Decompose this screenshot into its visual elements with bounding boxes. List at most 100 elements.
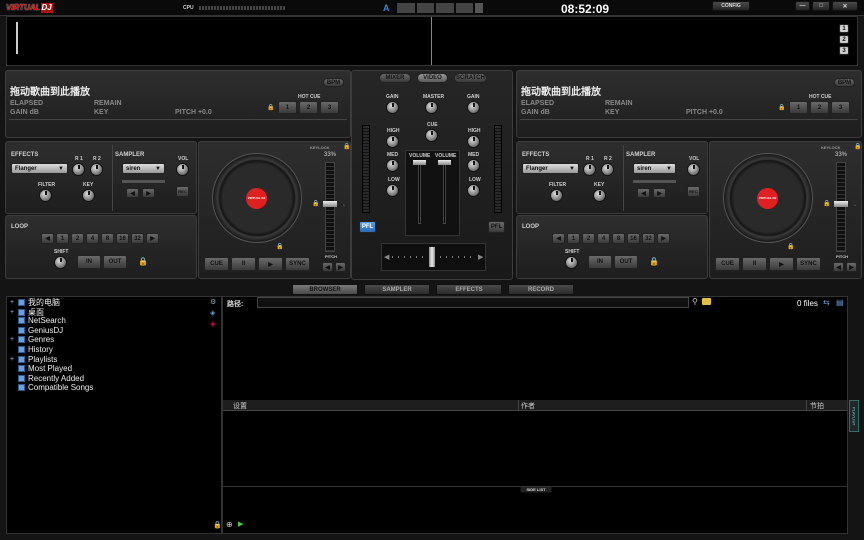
deck-0-platter-bottom-lock-icon[interactable]: 🔒: [276, 243, 283, 250]
deck-0-loop-16[interactable]: 16: [116, 233, 129, 244]
tab-mixer[interactable]: MIXER: [379, 73, 411, 83]
gain-knob-left[interactable]: [386, 101, 399, 114]
deck-0-shift-knob[interactable]: [54, 256, 67, 269]
tree-item[interactable]: Recently Added: [10, 374, 84, 383]
search-input[interactable]: [257, 297, 689, 308]
deck-0-r1-knob[interactable]: [72, 163, 85, 176]
col-bpm[interactable]: 节拍: [810, 401, 824, 411]
deck-0-hotcue-1[interactable]: 1: [278, 101, 297, 114]
expand-icon[interactable]: +: [10, 336, 15, 343]
deck-1-r1-knob[interactable]: [583, 163, 596, 176]
deck-1-hotcue-3[interactable]: 3: [831, 101, 850, 114]
deck-1-cue-button[interactable]: CUE: [715, 257, 740, 271]
low-knob-right[interactable]: [467, 184, 480, 197]
deck-1-sample-select[interactable]: siren ▼: [633, 163, 676, 174]
deck-1-pitch-reset-icon[interactable]: ▫: [854, 203, 856, 209]
deck-1-pitch-up[interactable]: ▶: [846, 262, 857, 272]
settings-view-icon[interactable]: ▤: [836, 298, 844, 307]
deck-1-pitch-down[interactable]: ◀: [833, 262, 844, 272]
filter-folder-icon[interactable]: ◈: [210, 320, 216, 328]
deck-1-pause-button[interactable]: II: [742, 257, 767, 271]
deck-1-loop-16[interactable]: 16: [627, 233, 640, 244]
deck-0-pause-button[interactable]: II: [231, 257, 256, 271]
expand-icon[interactable]: +: [10, 299, 15, 306]
deck-1-filter-knob[interactable]: [550, 189, 563, 202]
deck-1-hotcue-lock-icon[interactable]: 🔒: [778, 104, 785, 111]
search-db-icon[interactable]: ⚙: [210, 298, 216, 306]
deck-1-pitch-fader[interactable]: [834, 201, 848, 207]
deck-1-hotcue-1[interactable]: 1: [789, 101, 808, 114]
deck-0-loop-prev[interactable]: ◀: [41, 233, 54, 244]
deck-1-platter-bottom-lock-icon[interactable]: 🔒: [787, 243, 794, 250]
deck-1-loop-32[interactable]: 32: [642, 233, 655, 244]
deck-0-loop-32[interactable]: 32: [131, 233, 144, 244]
master-knob[interactable]: [425, 101, 438, 114]
tab-sampler[interactable]: SAMPLER: [364, 284, 430, 295]
deck-0-in-button[interactable]: IN: [77, 255, 101, 269]
tab-record[interactable]: RECORD: [508, 284, 574, 295]
playlist-tab[interactable]: PLAYLIST: [849, 400, 859, 432]
deck-0-pitch-fader[interactable]: [323, 201, 337, 207]
expand-icon[interactable]: +: [10, 309, 15, 316]
deck-1-platter-lock-icon[interactable]: 🔒: [823, 200, 830, 207]
tab-scratch[interactable]: SCRATCH: [454, 73, 487, 83]
deck-0-loop-lock-icon[interactable]: 🔒: [138, 257, 148, 266]
col-artist[interactable]: 作者: [521, 401, 535, 411]
deck-0-play-button[interactable]: ▶: [258, 257, 283, 271]
volume-fader-left[interactable]: [413, 160, 426, 165]
deck-1-sample-prev[interactable]: ◀: [637, 188, 650, 198]
deck-1-sync-button[interactable]: SYNC: [796, 257, 821, 271]
deck-1-r2-knob[interactable]: [601, 163, 614, 176]
deck-1-hotcue-2[interactable]: 2: [810, 101, 829, 114]
wave-layer-3[interactable]: 3: [839, 46, 849, 55]
tree-item[interactable]: + Genres: [10, 335, 54, 344]
col-divider-2[interactable]: [806, 400, 807, 411]
deck-0-vol-knob[interactable]: [176, 163, 189, 176]
add-folder-icon[interactable]: ◈: [210, 309, 216, 317]
close-button[interactable]: ✕: [832, 1, 858, 11]
pfl-button-right[interactable]: PFL: [488, 221, 505, 233]
high-knob-left[interactable]: [386, 135, 399, 148]
deck-0-pitch-down[interactable]: ◀: [322, 262, 333, 272]
deck-1-loop-8[interactable]: 8: [612, 233, 625, 244]
deck-0-out-button[interactable]: OUT: [103, 255, 127, 269]
deck-0-rec-button[interactable]: REC: [176, 186, 189, 197]
deck-1-vol-knob[interactable]: [687, 163, 700, 176]
deck-1-bpm-button[interactable]: BPM: [834, 78, 855, 87]
deck-0-loop-next[interactable]: ▶: [146, 233, 159, 244]
deck-0-sync-button[interactable]: SYNC: [285, 257, 310, 271]
deck-1-in-button[interactable]: IN: [588, 255, 612, 269]
deck-1-loop-1[interactable]: 1: [567, 233, 580, 244]
deck-0-keylock-icon[interactable]: 🔒: [343, 143, 350, 150]
deck-0-sample-play[interactable]: ▶: [142, 188, 155, 198]
deck-0-loop-2[interactable]: 2: [71, 233, 84, 244]
deck-0-loop-1[interactable]: 1: [56, 233, 69, 244]
cue-mix-knob[interactable]: [425, 129, 438, 142]
layout-selector[interactable]: [397, 3, 483, 13]
deck-1-play-button[interactable]: ▶: [769, 257, 794, 271]
deck-0-pitch-reset-icon[interactable]: ▫: [343, 203, 345, 209]
med-knob-right[interactable]: [467, 159, 480, 172]
search-icon[interactable]: ⚲: [692, 297, 698, 306]
deck-0-sample-select[interactable]: siren ▼: [122, 163, 165, 174]
deck-0-r2-knob[interactable]: [90, 163, 103, 176]
deck-0-hotcue-lock-icon[interactable]: 🔒: [267, 104, 274, 111]
tree-item[interactable]: History: [10, 345, 53, 354]
high-knob-right[interactable]: [467, 135, 480, 148]
folder-icon[interactable]: [702, 298, 711, 305]
maximize-button[interactable]: □: [812, 1, 830, 11]
deck-1-shift-knob[interactable]: [565, 256, 578, 269]
deck-1-loop-next[interactable]: ▶: [657, 233, 670, 244]
low-knob-left[interactable]: [386, 184, 399, 197]
deck-0-hotcue-3[interactable]: 3: [320, 101, 339, 114]
waveform-area[interactable]: [6, 16, 858, 66]
deck-1-key-knob[interactable]: [593, 189, 606, 202]
deck-1-loop-4[interactable]: 4: [597, 233, 610, 244]
tree-item[interactable]: Compatible Songs: [10, 383, 93, 392]
expand-icon[interactable]: +: [10, 356, 15, 363]
tab-effects[interactable]: EFFECTS: [436, 284, 502, 295]
deck-1-keylock-icon[interactable]: 🔒: [854, 143, 861, 150]
deck-select-indicator[interactable]: A: [383, 3, 390, 13]
tree-item[interactable]: NetSearch: [10, 316, 66, 325]
deck-1-effect-select[interactable]: Flanger ▼: [522, 163, 579, 174]
